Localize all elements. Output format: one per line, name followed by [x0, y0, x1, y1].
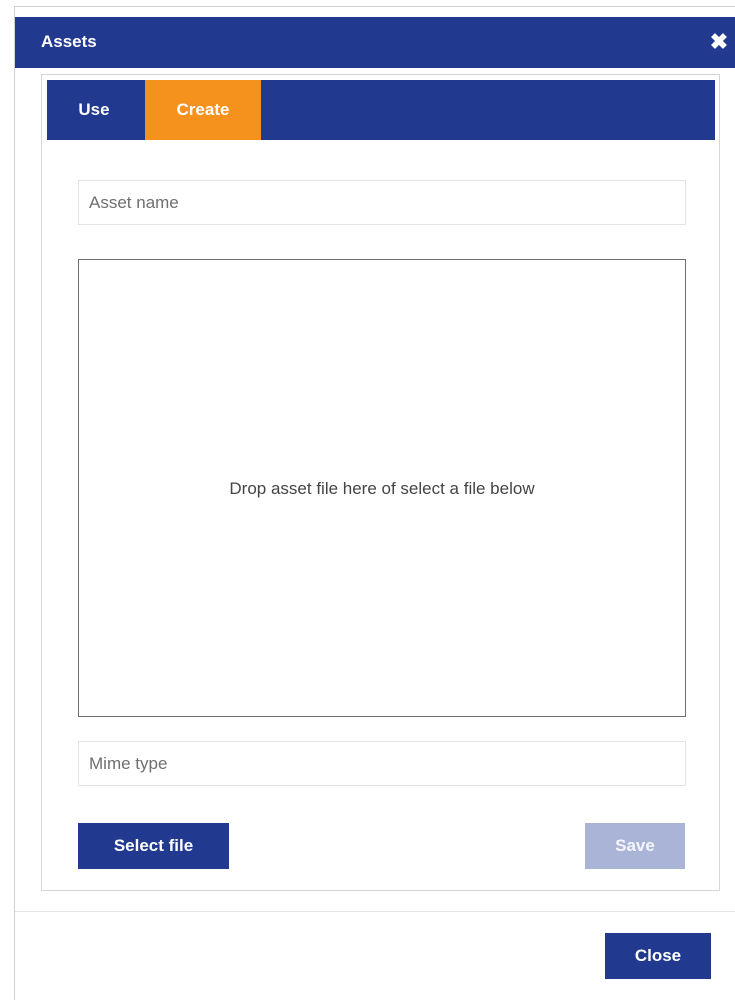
tab-create[interactable]: Create: [145, 80, 261, 140]
save-button[interactable]: Save: [585, 823, 685, 869]
dropzone-text: Drop asset file here of select a file be…: [229, 478, 535, 498]
close-icon[interactable]: ✖: [709, 30, 729, 54]
close-button[interactable]: Close: [605, 933, 711, 979]
footer-divider: [15, 911, 735, 912]
tab-bar: Use Create: [47, 80, 715, 140]
assets-dialog: Assets ✖ Use Create Drop asset file here…: [14, 6, 735, 1000]
mime-type-input[interactable]: [78, 741, 686, 786]
tab-use[interactable]: Use: [47, 80, 141, 140]
dialog-title: Assets: [41, 32, 97, 51]
assets-panel: Use Create Drop asset file here of selec…: [41, 74, 720, 891]
dialog-header: Assets ✖: [15, 17, 735, 68]
asset-name-input[interactable]: [78, 180, 686, 225]
file-dropzone[interactable]: Drop asset file here of select a file be…: [78, 259, 686, 717]
select-file-button[interactable]: Select file: [78, 823, 229, 869]
